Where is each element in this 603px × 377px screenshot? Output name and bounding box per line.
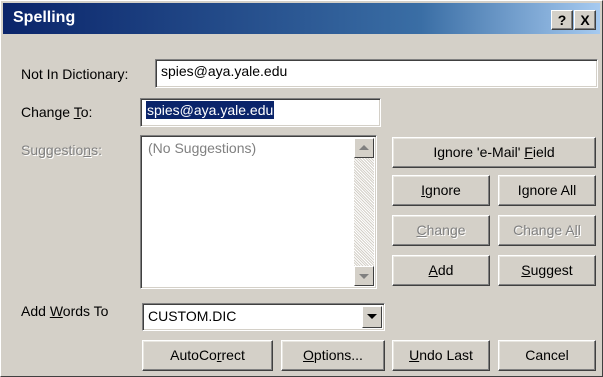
options-button[interactable]: Options... — [281, 340, 385, 371]
scroll-down-button[interactable] — [354, 266, 374, 286]
ignore-email-field-button[interactable]: Ignore 'e-Mail' Field — [392, 137, 596, 168]
ignore-button[interactable]: Ignore — [392, 175, 490, 206]
title-bar[interactable]: Spelling ? X — [3, 3, 600, 34]
change-to-text: spies@aya.yale.edu — [146, 101, 275, 119]
close-button[interactable]: X — [574, 10, 596, 30]
add-words-to-label: Add Words To — [21, 303, 109, 319]
change-to-input[interactable]: spies@aya.yale.edu — [140, 98, 381, 127]
dropdown-button[interactable] — [362, 306, 382, 328]
help-button[interactable]: ? — [551, 10, 573, 30]
suggestions-scrollbar[interactable] — [354, 138, 374, 286]
suggestions-list[interactable]: (No Suggestions) — [140, 135, 377, 289]
change-all-button[interactable]: Change All — [498, 215, 596, 246]
add-words-to-value: CUSTOM.DIC — [148, 308, 237, 324]
change-to-label: Change To: — [21, 104, 93, 120]
not-in-dictionary-text: spies@aya.yale.edu — [161, 63, 288, 79]
not-in-dictionary-field[interactable]: spies@aya.yale.edu — [155, 59, 598, 88]
arrow-up-icon — [359, 145, 369, 150]
suggestions-label: Suggestions: — [21, 142, 102, 158]
ignore-all-button[interactable]: Ignore All — [498, 175, 596, 206]
spelling-dialog: Spelling ? X Not In Dictionary: spies@ay… — [0, 0, 603, 377]
change-button[interactable]: Change — [392, 215, 490, 246]
add-button[interactable]: Add — [392, 255, 490, 286]
arrow-down-icon — [359, 274, 369, 279]
undo-last-button[interactable]: Undo Last — [392, 340, 490, 371]
dialog-title: Spelling — [13, 9, 76, 26]
add-words-to-select[interactable]: CUSTOM.DIC — [142, 303, 385, 331]
not-in-dictionary-label: Not In Dictionary: — [21, 66, 129, 82]
scroll-up-button[interactable] — [354, 138, 374, 158]
no-suggestions-text: (No Suggestions) — [148, 140, 257, 156]
chevron-down-icon — [367, 314, 377, 319]
suggest-button[interactable]: Suggest — [498, 255, 596, 286]
cancel-button[interactable]: Cancel — [498, 340, 596, 371]
autocorrect-button[interactable]: AutoCorrect — [142, 340, 273, 371]
